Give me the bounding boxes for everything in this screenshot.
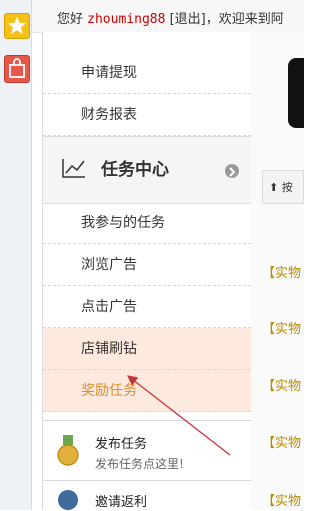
annotation-arrow xyxy=(126,375,231,456)
